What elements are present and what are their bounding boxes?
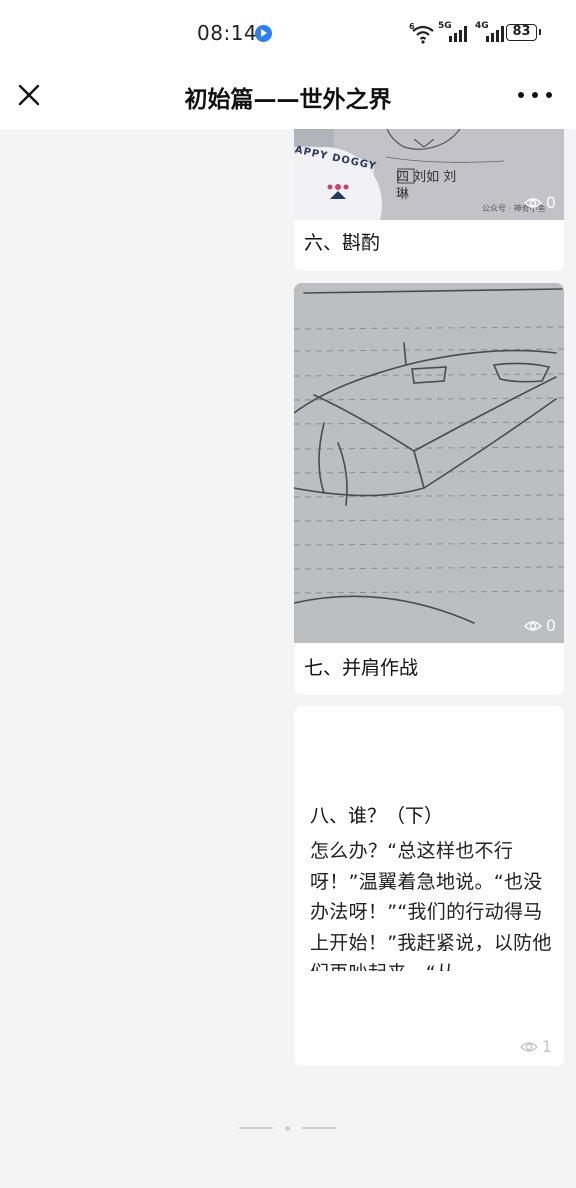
status-icons: 6 5G 4G 83 [407, 20, 547, 46]
status-time: 08:14 [197, 21, 258, 45]
page-title: 初始篇——世外之界 [184, 87, 392, 113]
eye-icon [519, 1041, 538, 1052]
page-indicator [239, 1125, 339, 1131]
eye-icon [523, 620, 542, 631]
page-indicator-segment [239, 1127, 273, 1129]
view-count-value: 0 [545, 616, 556, 635]
battery-icon: 83 [506, 24, 541, 41]
article-cover-image: APPY DOGGY 四 刘如 刘琳 公众号 · 神奇小鱼 0 [294, 129, 564, 220]
eye-icon [523, 197, 542, 208]
article-excerpt: 怎么办？“总这样也不行呀！”温翼着急地说。“也没办法呀！”“我们的行动得马上开始… [310, 840, 552, 971]
wifi-icon: 6 [409, 22, 434, 44]
article-list[interactable]: APPY DOGGY 四 刘如 刘琳 公众号 · 神奇小鱼 0 六、斟酌 0 七… [0, 129, 576, 1188]
signal-5g-icon [449, 26, 467, 42]
page-indicator-segment [302, 1127, 336, 1129]
article-title[interactable]: 八、谁？（下） [294, 805, 443, 828]
article-title[interactable]: 七、并肩作战 [294, 657, 418, 680]
signal-4g-icon [486, 26, 504, 42]
more-options-icon[interactable] [518, 88, 552, 102]
view-count-value: 0 [545, 193, 556, 212]
view-count: 0 [523, 616, 556, 635]
article-title[interactable]: 六、斟酌 [294, 232, 380, 255]
article-card[interactable]: 八、谁？（下） 怎么办？“总这样也不行呀！”温翼着急地说。“也没办法呀！”“我们… [294, 706, 564, 1066]
battery-level: 83 [512, 24, 531, 39]
status-bar: 08:14 6 5G 4G 83 [0, 0, 576, 66]
page-indicator-dot [285, 1125, 290, 1131]
cover-handwriting-text: 四 刘如 刘琳 [396, 170, 457, 202]
nav-bar: 初始篇——世外之界 [0, 66, 576, 129]
view-count: 1 [519, 1037, 552, 1056]
view-count-value: 1 [541, 1037, 552, 1056]
article-card[interactable]: 0 七、并肩作战 [294, 283, 564, 695]
notification-app-icon [255, 25, 272, 42]
article-card[interactable]: APPY DOGGY 四 刘如 刘琳 公众号 · 神奇小鱼 0 六、斟酌 [294, 129, 564, 271]
article-cover-image: 0 [294, 283, 564, 643]
view-count: 0 [523, 193, 556, 212]
